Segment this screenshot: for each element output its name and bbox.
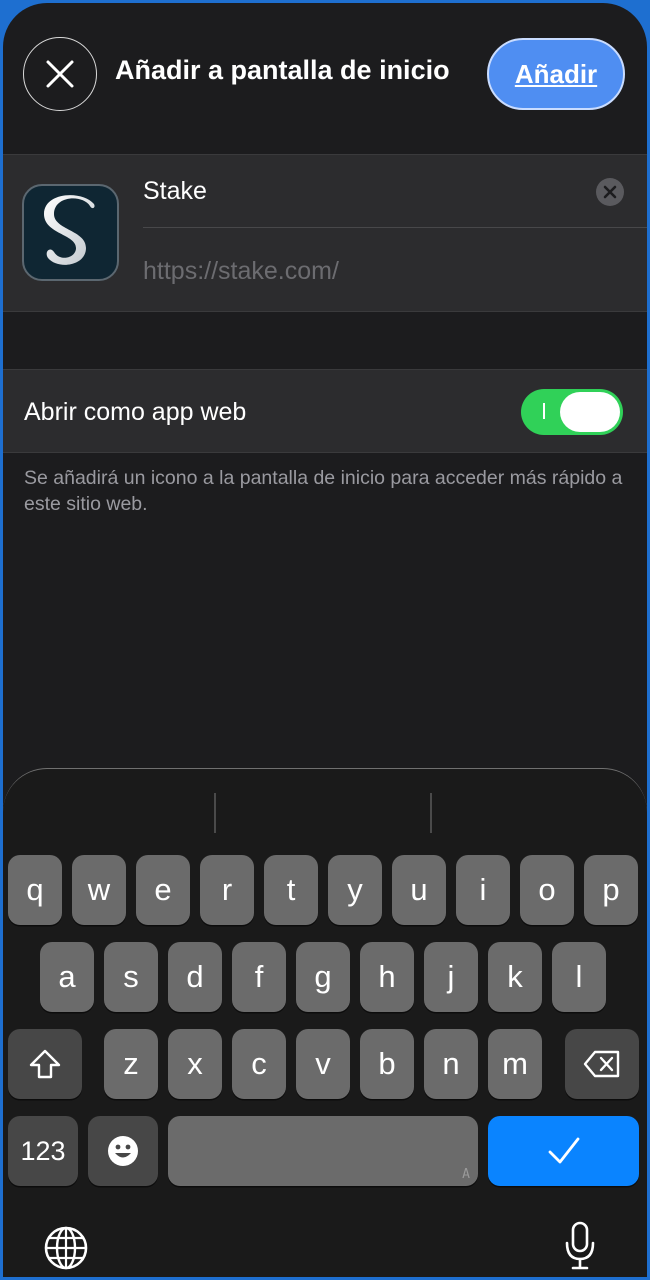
stake-logo-icon [44,195,95,265]
key-m[interactable]: m [488,1029,542,1099]
key-j[interactable]: j [424,942,478,1012]
web-app-description: Se añadirá un icono a la pantalla de ini… [24,467,623,515]
url-field: https://stake.com/ [143,257,339,285]
shift-key[interactable] [8,1029,82,1099]
globe-icon [44,1226,88,1270]
microphone-icon [565,1221,595,1270]
page-title: Añadir a pantalla de inicio [115,55,450,85]
web-app-toggle[interactable] [521,389,623,435]
key-h[interactable]: h [360,942,414,1012]
key-n[interactable]: n [424,1029,478,1099]
emoji-icon [108,1136,138,1166]
key-p[interactable]: p [584,855,638,925]
key-u[interactable]: u [392,855,446,925]
key-f[interactable]: f [232,942,286,1012]
space-key[interactable]: A [168,1116,478,1186]
keyboard: q w e r t y u i o p a s d f g h j k l z … [3,768,647,1277]
key-r[interactable]: r [200,855,254,925]
bookmark-info-group: Stake https://stake.com/ [3,154,647,312]
key-q[interactable]: q [8,855,62,925]
key-w[interactable]: w [72,855,126,925]
app-icon-preview [22,184,119,281]
web-app-row: Abrir como app web [3,369,647,453]
backspace-icon [583,1050,620,1078]
clear-name-button[interactable] [596,178,624,206]
toggle-on-mark [543,403,545,419]
key-l[interactable]: l [552,942,606,1012]
key-y[interactable]: y [328,855,382,925]
numbers-key[interactable]: 123 [8,1116,78,1186]
name-input[interactable]: Stake [143,177,207,206]
key-v[interactable]: v [296,1029,350,1099]
emoji-key[interactable] [88,1116,158,1186]
key-g[interactable]: g [296,942,350,1012]
key-s[interactable]: s [104,942,158,1012]
key-k[interactable]: k [488,942,542,1012]
clear-circle-icon [603,185,617,199]
delete-key[interactable] [565,1029,639,1099]
key-d[interactable]: d [168,942,222,1012]
suggestion-divider [214,793,216,833]
dictation-button[interactable] [564,1221,596,1276]
globe-button[interactable] [43,1225,89,1276]
done-key[interactable] [488,1116,639,1186]
toggle-knob [560,392,620,432]
key-t[interactable]: t [264,855,318,925]
add-to-home-sheet: Añadir a pantalla de inicio Añadir Stake… [3,3,647,1277]
key-c[interactable]: c [232,1029,286,1099]
checkmark-icon [548,1137,579,1164]
key-o[interactable]: o [520,855,574,925]
close-icon [46,60,74,88]
close-button[interactable] [23,37,97,111]
key-x[interactable]: x [168,1029,222,1099]
web-app-label: Abrir como app web [24,398,247,426]
key-z[interactable]: z [104,1029,158,1099]
shift-icon [29,1049,61,1079]
key-e[interactable]: e [136,855,190,925]
add-button[interactable]: Añadir [487,38,625,110]
key-a[interactable]: a [40,942,94,1012]
key-i[interactable]: i [456,855,510,925]
key-b[interactable]: b [360,1029,414,1099]
suggestion-divider [430,793,432,833]
field-divider [143,227,647,228]
space-hint: A [462,1167,470,1182]
